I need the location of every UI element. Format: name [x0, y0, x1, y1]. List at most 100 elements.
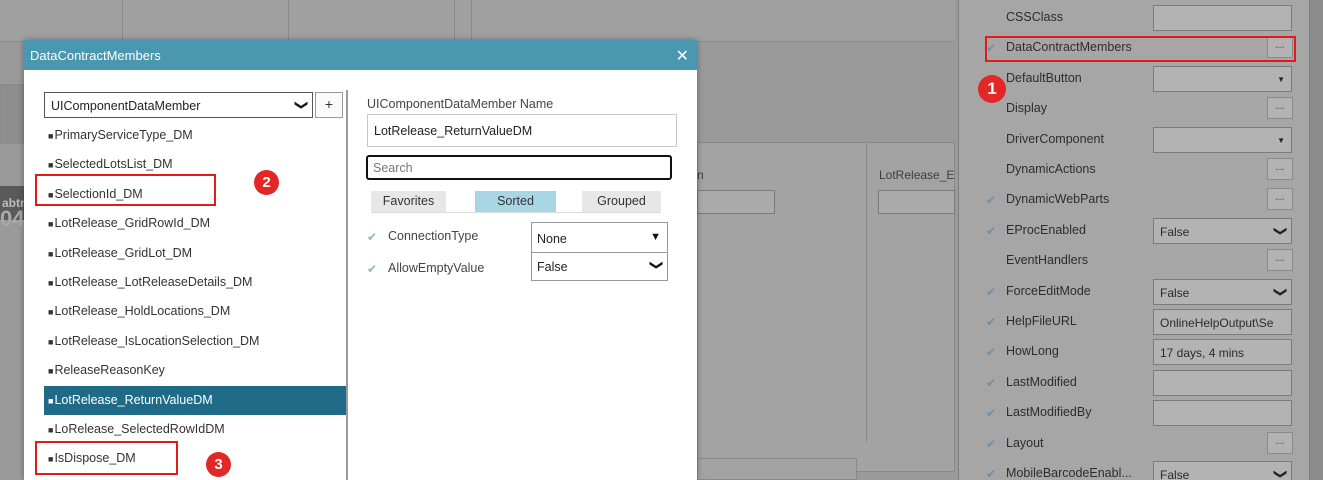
property-input[interactable]	[1153, 400, 1292, 427]
datacontractmembers-dialog: DataContractMembers ✕ UIComponentDataMem…	[24, 40, 697, 480]
check-icon: ✔	[367, 230, 378, 244]
property-name: DriverComponent	[1006, 131, 1104, 146]
property-name: EventHandlers	[1006, 253, 1088, 268]
list-item[interactable]: ■PrimaryServiceType_DM	[44, 121, 346, 150]
background-divider	[866, 142, 867, 442]
list-item[interactable]: ■LotRelease_HoldLocations_DM	[44, 297, 346, 326]
trash-icon[interactable]: ■	[48, 122, 53, 151]
property-row-connectiontype: ✔ ConnectionType None ▼	[367, 222, 677, 253]
ellipsis-button[interactable]: ...	[1267, 97, 1293, 120]
trash-icon[interactable]: ■	[48, 210, 53, 239]
property-input[interactable]: OnlineHelpOutput\Se	[1153, 309, 1292, 335]
property-name: EProcEnabled	[1006, 222, 1086, 237]
background-divider	[288, 0, 289, 42]
tab-grouped[interactable]: Grouped	[582, 191, 661, 212]
connectiontype-select[interactable]: None ▼	[531, 222, 668, 253]
highlight-box-selectionid	[35, 174, 216, 206]
property-value: False	[1160, 285, 1190, 300]
dialog-body: UIComponentDataMember ❮ + ■PrimaryServic…	[24, 70, 697, 480]
list-item[interactable]: ■LotRelease_GridRowId_DM	[44, 209, 346, 238]
property-select[interactable]: False ❮	[1153, 461, 1292, 480]
dropdown-arrow-icon: ▼	[1277, 74, 1285, 84]
list-item[interactable]: ■ReleaseReasonKey	[44, 356, 346, 385]
check-icon: ✔	[986, 345, 997, 360]
property-view-tabs: Favorites Sorted Grouped	[371, 191, 661, 213]
property-input[interactable]	[1153, 369, 1292, 396]
property-name: CSSClass	[1006, 10, 1063, 24]
property-row: ✔ DynamicWebParts...	[959, 185, 1311, 215]
list-item[interactable]: ■LoRelease_SelectedRowIdDM	[44, 415, 346, 444]
member-label: LotRelease_HoldLocations_DM	[54, 304, 231, 319]
ellipsis-button[interactable]: ...	[1267, 158, 1293, 180]
background-left-strip	[0, 84, 24, 144]
ellipsis-button[interactable]: ...	[1267, 188, 1293, 211]
ellipsis-button[interactable]: ...	[1267, 431, 1293, 454]
property-input[interactable]: 17 days, 4 mins	[1153, 339, 1292, 366]
property-name: Display	[1006, 101, 1047, 116]
member-name-label: UIComponentDataMember Name	[367, 97, 554, 111]
background-field-input	[697, 190, 775, 214]
check-icon: ✔	[986, 436, 997, 451]
chevron-down-icon: ❮	[292, 99, 308, 111]
trash-icon[interactable]: ■	[48, 387, 53, 416]
property-row: Display...	[959, 94, 1311, 124]
close-icon[interactable]: ✕	[676, 46, 689, 66]
member-label: LotRelease_ReturnValueDM	[54, 392, 213, 407]
background-bottom-box	[697, 458, 857, 480]
background-field-input	[878, 190, 955, 214]
chevron-down-icon: ❮	[1271, 225, 1287, 237]
check-icon: ✔	[986, 223, 997, 238]
trash-icon[interactable]: ■	[48, 269, 53, 298]
property-row: EventHandlers...	[959, 246, 1311, 276]
member-label: LotRelease_GridLot_DM	[54, 245, 193, 260]
property-name: LastModified	[1006, 374, 1077, 389]
property-name: ForceEditMode	[1006, 283, 1091, 298]
list-item[interactable]: ■LotRelease_IsLocationSelection_DM	[44, 327, 346, 356]
property-row-allowemptyvalue: ✔ AllowEmptyValue False ❮	[367, 252, 677, 284]
property-name: MobileBarcodeEnabl...	[1006, 466, 1132, 480]
highlight-box-isdispose	[35, 441, 178, 475]
search-input[interactable]: Search	[366, 155, 672, 180]
background-divider	[454, 0, 455, 42]
allowemptyvalue-select[interactable]: False ❮	[531, 252, 668, 281]
property-select[interactable]: False ❮	[1153, 217, 1292, 244]
chevron-down-icon: ❮	[1271, 468, 1287, 480]
background-divider	[122, 0, 123, 42]
check-icon: ✔	[367, 262, 378, 276]
trash-icon[interactable]: ■	[48, 357, 53, 386]
tab-sorted[interactable]: Sorted	[475, 191, 556, 212]
member-type-select[interactable]: UIComponentDataMember ❮	[44, 92, 313, 118]
check-icon: ✔	[986, 284, 997, 299]
member-label: LoRelease_SelectedRowIdDM	[54, 421, 225, 436]
ellipsis-button[interactable]: ...	[1267, 249, 1293, 272]
list-item[interactable]: ■LotRelease_LotReleaseDetails_DM	[44, 268, 346, 297]
add-member-button[interactable]: +	[315, 92, 343, 118]
trash-icon[interactable]: ■	[48, 298, 53, 327]
property-value: False	[1160, 224, 1190, 239]
trash-icon[interactable]: ■	[48, 328, 53, 357]
property-row: ✔ HowLong 17 days, 4 mins	[959, 337, 1311, 367]
member-label: ReleaseReasonKey	[54, 363, 165, 378]
property-select[interactable]: ▼	[1153, 126, 1292, 153]
member-label: LotRelease_IsLocationSelection_DM	[54, 333, 260, 348]
background-field-label-partial: n	[697, 168, 704, 182]
list-item[interactable]: ■LotRelease_GridLot_DM	[44, 239, 346, 268]
trash-icon[interactable]: ■	[48, 240, 53, 269]
property-value: False	[1160, 468, 1190, 480]
dialog-title: DataContractMembers	[30, 48, 161, 63]
member-properties-pane: UIComponentDataMember Name LotRelease_Re…	[361, 70, 681, 470]
member-label: SelectedLotsList_DM	[54, 157, 173, 172]
tab-favorites[interactable]: Favorites	[371, 191, 446, 212]
property-row: ✔ MobileBarcodeEnabl... False ❮	[959, 459, 1311, 480]
property-input[interactable]	[1153, 5, 1292, 31]
member-type-select-value: UIComponentDataMember	[51, 99, 201, 113]
pane-divider	[346, 90, 348, 480]
list-item[interactable]: ■LotRelease_ReturnValueDM	[44, 385, 346, 416]
property-name: ConnectionType	[388, 229, 479, 243]
property-row: DriverComponent ▼	[959, 125, 1311, 155]
property-select[interactable]: False ❮	[1153, 278, 1292, 305]
member-name-field[interactable]: LotRelease_ReturnValueDM	[367, 114, 677, 147]
check-icon: ✔	[986, 315, 997, 329]
dialog-title-bar: DataContractMembers ✕	[24, 40, 697, 70]
property-select[interactable]: ▼	[1153, 65, 1292, 92]
